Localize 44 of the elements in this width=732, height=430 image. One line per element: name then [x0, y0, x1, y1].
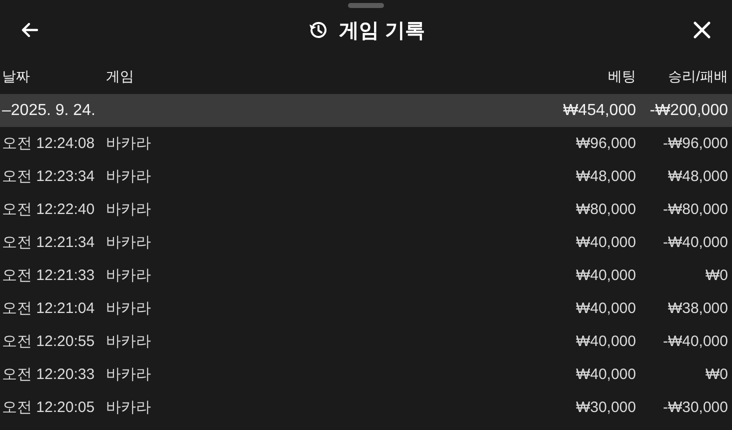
column-header: 승리/패배: [667, 68, 728, 86]
table-cell-text: ₩0: [704, 366, 728, 383]
table-cell-text: ₩80,000: [574, 201, 636, 218]
table-cell-text: ₩48,000: [666, 168, 728, 185]
table-cell-text: 바카라: [106, 233, 152, 252]
table-cell-text: 오전 12:24:08: [2, 134, 96, 153]
table-cell-text: -₩80,000: [662, 201, 728, 218]
table-cell-text: -₩30,000: [662, 399, 728, 416]
table-cell-text: 바카라: [106, 299, 152, 318]
table-cell-text: ₩0: [704, 267, 728, 284]
drag-handle[interactable]: [348, 3, 384, 8]
table-cell-text: ₩96,000: [574, 135, 636, 152]
table-cell-text: ₩40,000: [574, 333, 636, 350]
date-group-row[interactable]: –2025. 9. 24. ₩454,000 -₩200,000: [0, 94, 732, 127]
table-cell-text: 오전 12:23:34: [2, 167, 96, 186]
table-cell-text: -₩40,000: [662, 333, 728, 350]
table-cell-text: 오전 12:21:34: [2, 233, 96, 252]
table-cell-text: ₩40,000: [574, 267, 636, 284]
table-cell-text: 바카라: [106, 167, 152, 186]
table-cell-text: ₩48,000: [574, 168, 636, 185]
column-header: 베팅: [607, 68, 636, 86]
table-cell-text: 바카라: [106, 332, 152, 351]
table-cell-text: ₩40,000: [574, 300, 636, 317]
history-icon: [307, 19, 330, 41]
table-cell-text: 바카라: [106, 200, 152, 219]
table-cell-text: 오전 12:21:04: [2, 299, 96, 318]
table-cell-text: ₩30,000: [574, 399, 636, 416]
table-cell-text: ₩38,000: [666, 300, 728, 317]
column-header: 날짜: [2, 68, 31, 86]
column-header: 게임: [106, 68, 135, 86]
table-cell-text: 바카라: [106, 266, 152, 285]
table-cell-text: 오전 12:20:33: [2, 365, 96, 384]
table-cell-text: ₩40,000: [574, 234, 636, 251]
table-cell-text: 오전 12:22:40: [2, 200, 96, 219]
table-cell-text: -₩40,000: [662, 234, 728, 251]
table-cell-text: 바카라: [106, 398, 152, 417]
table-cell-text: 오전 12:21:33: [2, 266, 96, 285]
table-cell-text: 바카라: [106, 365, 152, 384]
table-cell-text: 오전 12:20:55: [2, 332, 96, 351]
table-cell-text: -₩96,000: [662, 135, 728, 152]
table-cell-text: 오전 12:20:05: [2, 398, 96, 417]
table-cell-text: 바카라: [106, 134, 152, 153]
table-cell-text: ₩40,000: [574, 366, 636, 383]
window-title: 게임 기록: [339, 18, 425, 44]
